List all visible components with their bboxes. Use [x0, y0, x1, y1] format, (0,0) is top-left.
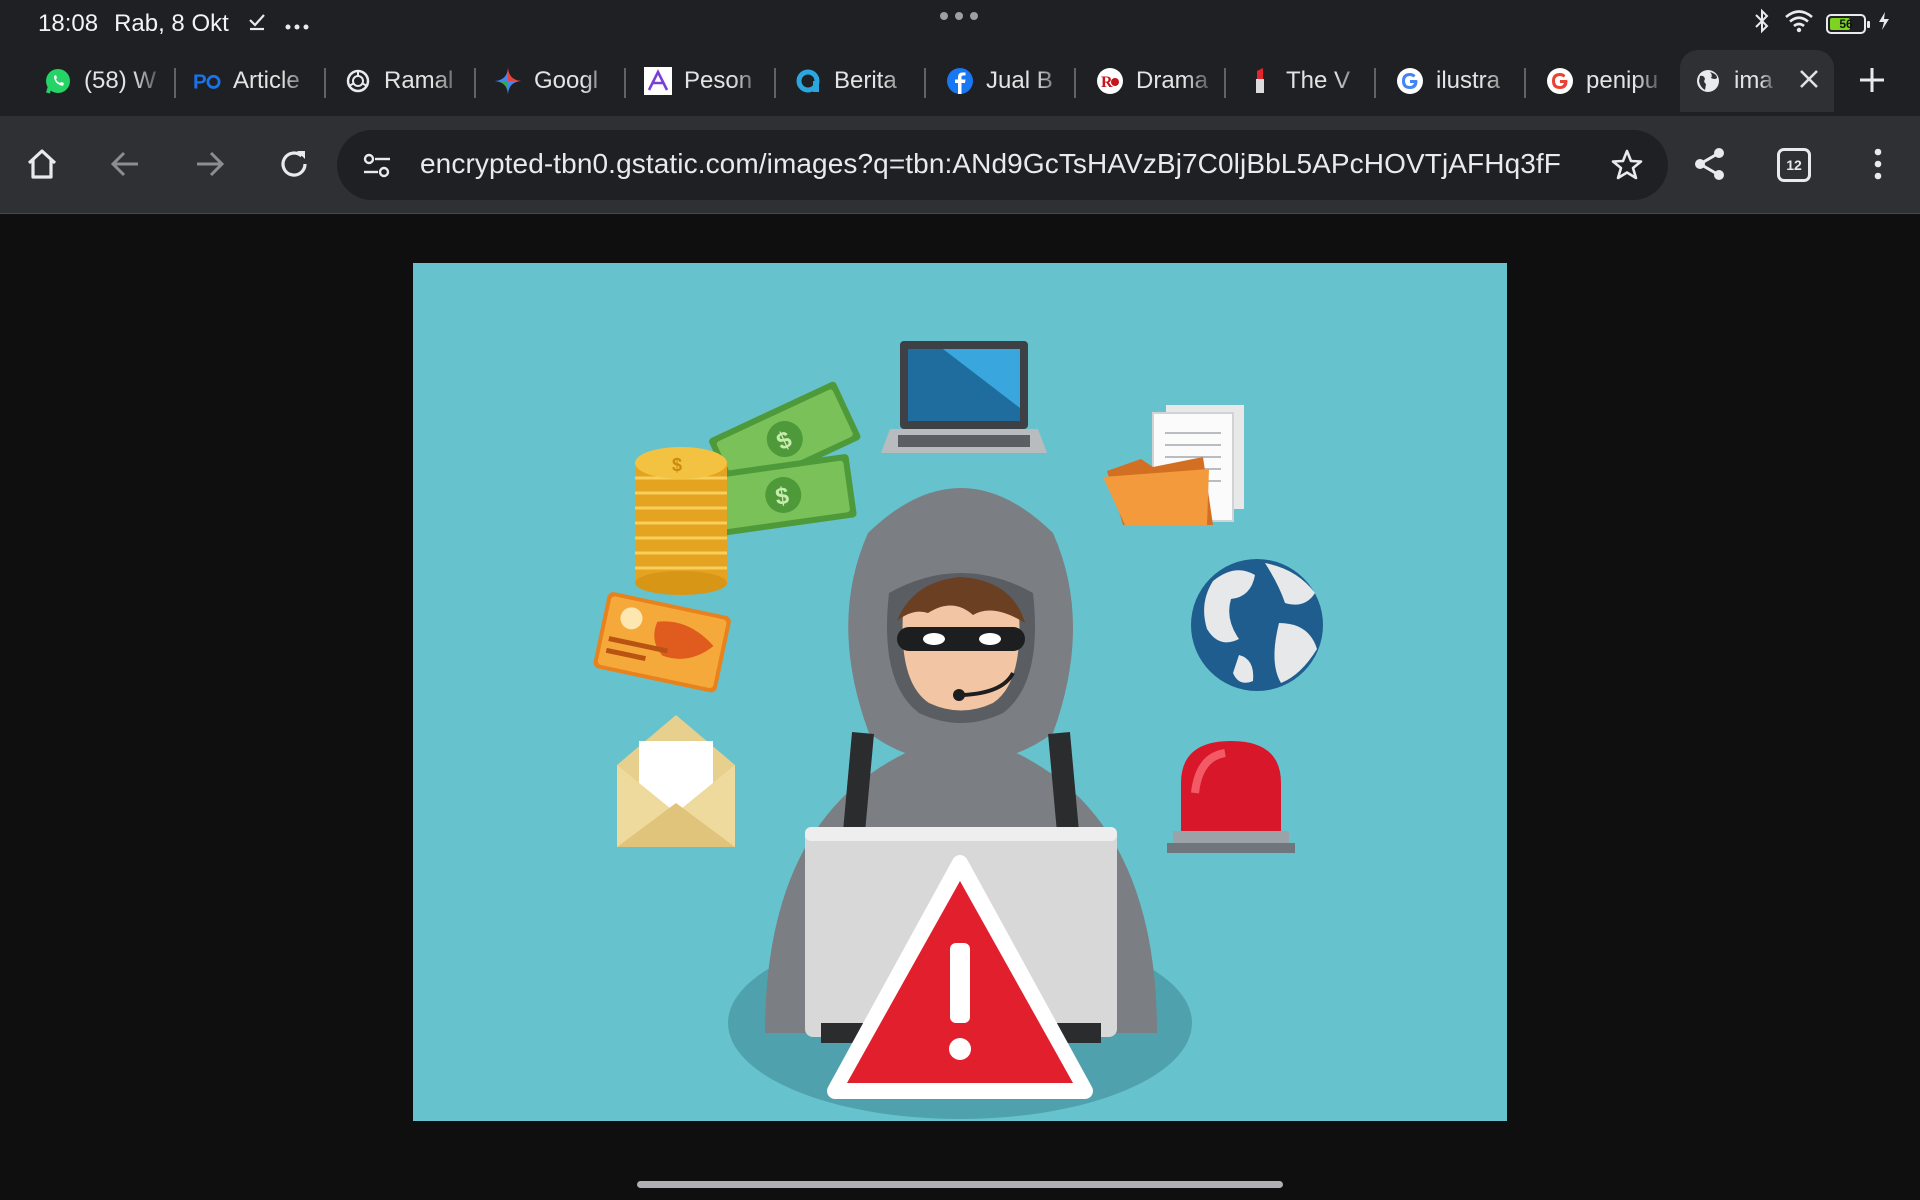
- tab-google-gemini[interactable]: Googl: [494, 54, 616, 108]
- tab-separator: [1374, 68, 1376, 98]
- tab-jual[interactable]: Jual B: [946, 54, 1068, 108]
- status-date: Rab, 8 Okt: [114, 10, 229, 37]
- more-vert-icon: [1873, 147, 1883, 186]
- tab-strip: (58) W P Article Ramal Googl Peson Berit…: [0, 46, 1920, 116]
- wifi-icon: [1784, 9, 1814, 38]
- laptop-icon: [881, 341, 1047, 453]
- google-icon: [1546, 67, 1574, 95]
- page-content: $ $ $: [0, 215, 1920, 1200]
- status-left: 18:08 Rab, 8 Okt: [38, 10, 309, 38]
- tab-title: penipu: [1586, 67, 1659, 94]
- status-bar: 18:08 Rab, 8 Okt 56: [0, 0, 1920, 46]
- gemini-icon: [494, 67, 522, 95]
- tab-whatsapp[interactable]: (58) W: [44, 54, 166, 108]
- tab-ramal[interactable]: Ramal: [344, 54, 466, 108]
- tab-ilustrasi[interactable]: ilustra: [1396, 54, 1518, 108]
- openai-icon: [344, 67, 372, 95]
- charging-icon: [1878, 11, 1890, 36]
- tab-separator: [174, 68, 176, 98]
- tab-separator: [1074, 68, 1076, 98]
- lipstick-icon: [1246, 67, 1274, 95]
- share-icon: [1692, 146, 1728, 187]
- facebook-icon: [946, 67, 974, 95]
- tab-switcher-button[interactable]: 12: [1777, 148, 1811, 182]
- home-icon: [24, 146, 60, 187]
- tab-separator: [1224, 68, 1226, 98]
- bookmark-star-icon[interactable]: [1610, 148, 1644, 182]
- tab-berita[interactable]: Berita: [794, 54, 916, 108]
- battery-icon: 56: [1826, 13, 1870, 34]
- tab-separator: [474, 68, 476, 98]
- tab-title: Peson: [684, 67, 753, 94]
- tab-title: ilustra: [1436, 67, 1501, 94]
- home-button[interactable]: [18, 142, 66, 190]
- tab-separator: [774, 68, 776, 98]
- gesture-home-bar[interactable]: [637, 1181, 1283, 1188]
- tab-article[interactable]: P Article: [193, 54, 315, 108]
- tab-title: Googl: [534, 67, 599, 94]
- battery-level: 56: [1839, 16, 1853, 31]
- whatsapp-icon: [44, 67, 72, 95]
- reload-icon: [277, 147, 311, 186]
- arrow-right-icon: [192, 147, 226, 186]
- tab-title: (58) W: [84, 67, 156, 94]
- tab-separator: [324, 68, 326, 98]
- svg-text:$: $: [672, 455, 682, 475]
- status-time: 18:08: [38, 10, 99, 37]
- tab-title: The V: [1286, 67, 1351, 94]
- po-icon: P: [193, 67, 221, 95]
- beritasatu-icon: [794, 67, 822, 95]
- tab-title: ima: [1734, 67, 1773, 94]
- multitask-handle[interactable]: [940, 12, 978, 20]
- drama-icon: R: [1096, 67, 1124, 95]
- tab-count: 12: [1786, 157, 1802, 173]
- address-bar[interactable]: encrypted-tbn0.gstatic.com/images?q=tbn:…: [337, 130, 1668, 200]
- svg-text:P: P: [193, 70, 207, 93]
- tab-separator: [924, 68, 926, 98]
- forward-button[interactable]: [185, 142, 233, 190]
- tab-title: Jual B: [986, 67, 1053, 94]
- bluetooth-icon: [1752, 8, 1772, 39]
- menu-button[interactable]: [1854, 142, 1902, 190]
- a-icon: [644, 67, 672, 95]
- hacker-illustration-image[interactable]: $ $ $: [413, 263, 1507, 1121]
- tab-penipu[interactable]: penipu: [1546, 54, 1668, 108]
- status-right: 56: [1752, 8, 1890, 39]
- tab-title: Drama: [1136, 67, 1209, 94]
- tab-the-v[interactable]: The V: [1246, 54, 1368, 108]
- tab-title: Article: [233, 67, 300, 94]
- arrow-left-icon: [109, 147, 143, 186]
- tab-peson[interactable]: Peson: [644, 54, 766, 108]
- tab-drama[interactable]: R Drama: [1096, 54, 1218, 108]
- close-tab-icon[interactable]: [1798, 67, 1820, 95]
- tab-title: Ramal: [384, 67, 454, 94]
- more-dots-icon: [285, 10, 309, 38]
- tab-title: Berita: [834, 67, 897, 94]
- url-text[interactable]: encrypted-tbn0.gstatic.com/images?q=tbn:…: [420, 148, 1570, 180]
- globe-icon: [1191, 559, 1323, 691]
- tab-separator: [1524, 68, 1526, 98]
- browser-toolbar: encrypted-tbn0.gstatic.com/images?q=tbn:…: [0, 116, 1920, 214]
- reload-button[interactable]: [270, 142, 318, 190]
- browser-window: 18:08 Rab, 8 Okt 56 (58) W P Article Ram…: [0, 0, 1920, 1200]
- new-tab-button[interactable]: [1850, 60, 1894, 104]
- share-button[interactable]: [1686, 142, 1734, 190]
- site-settings-icon[interactable]: [361, 150, 393, 182]
- globe-icon: [1694, 67, 1722, 95]
- google-icon: [1396, 67, 1424, 95]
- tab-separator: [624, 68, 626, 98]
- tab-active-image[interactable]: ima: [1680, 50, 1834, 112]
- plus-icon: [1858, 66, 1886, 99]
- download-done-icon: [247, 10, 267, 38]
- back-button[interactable]: [102, 142, 150, 190]
